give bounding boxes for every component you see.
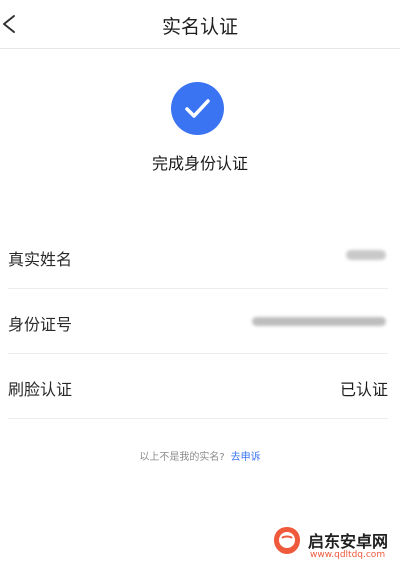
check-circle-icon <box>171 82 224 135</box>
appeal-text: 以上不是我的实名? <box>139 452 225 463</box>
real-name-row: 真实姓名 <box>8 224 388 289</box>
appeal-prompt: 以上不是我的实名? 去申诉 <box>0 448 400 463</box>
watermark-url: www.qdltdq.com <box>310 550 386 560</box>
real-name-label: 真实姓名 <box>8 250 73 269</box>
face-verification-value: 已认证 <box>339 380 388 399</box>
face-verification-row: 刷脸认证 已认证 <box>8 354 388 419</box>
header: 实名认证 <box>0 0 400 49</box>
id-number-row: 身份证号 <box>8 289 388 354</box>
id-number-label: 身份证号 <box>8 315 73 334</box>
status-text: 完成身份认证 <box>151 154 248 173</box>
watermark-title: 启东安卓网 <box>308 532 389 551</box>
real-name-masked-value <box>346 250 386 260</box>
face-verification-label: 刷脸认证 <box>8 380 73 399</box>
watermark: 启东安卓网 www.qdltdq.com <box>270 520 398 566</box>
identity-info-list: 真实姓名 身份证号 刷脸认证 已认证 <box>8 224 388 419</box>
id-number-masked-value <box>252 317 386 326</box>
watermark-logo-icon <box>274 527 300 554</box>
page-title: 实名认证 <box>161 16 238 38</box>
appeal-link[interactable]: 去申诉 <box>231 452 261 463</box>
